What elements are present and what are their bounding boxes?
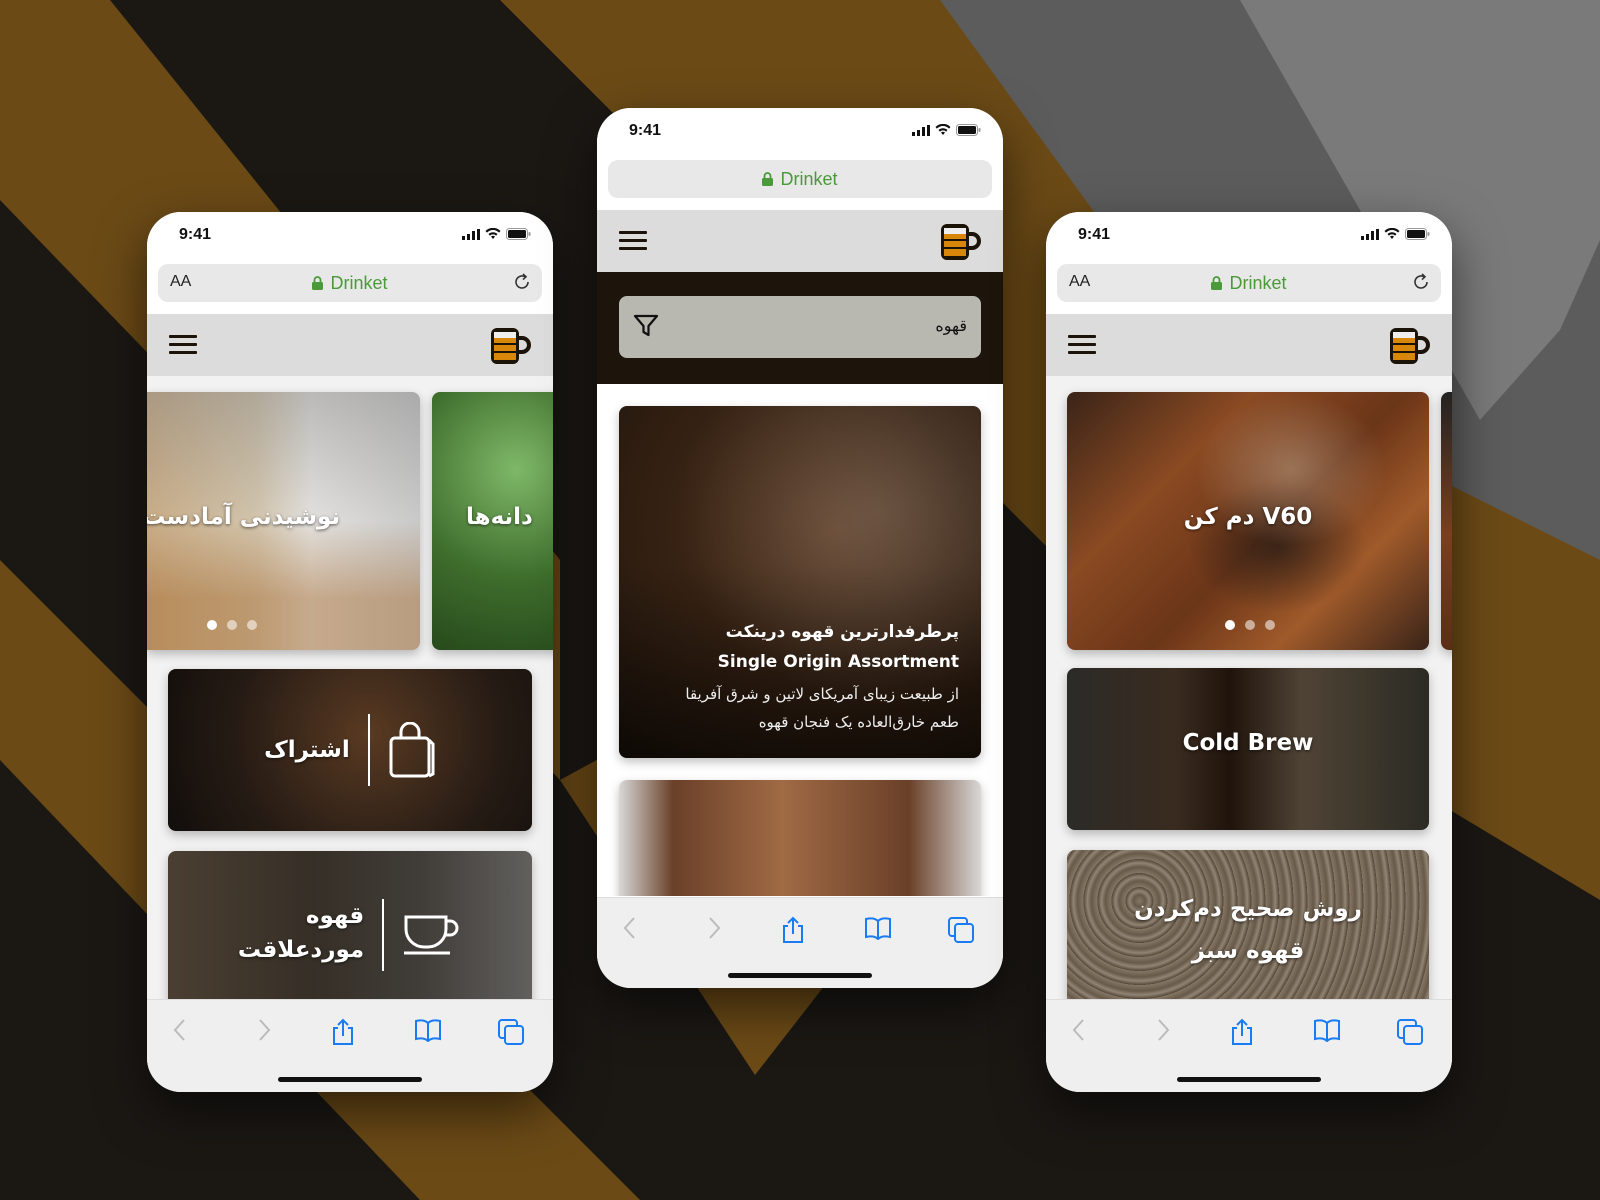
forward-icon[interactable] bbox=[257, 1018, 271, 1042]
tile-label-line1: قهوه bbox=[305, 903, 365, 929]
bookmarks-icon[interactable] bbox=[1313, 1018, 1341, 1042]
home-indicator bbox=[728, 973, 872, 978]
search-section: قهوه bbox=[597, 272, 1003, 384]
carousel-title: دانه‌ها bbox=[466, 504, 533, 530]
share-icon[interactable] bbox=[331, 1018, 355, 1046]
reload-icon[interactable] bbox=[1413, 273, 1431, 293]
app-header bbox=[147, 314, 553, 376]
share-icon[interactable] bbox=[1230, 1018, 1254, 1046]
site-name: Drinket bbox=[780, 168, 838, 189]
tile-label-line2: موردعلاقت bbox=[237, 937, 365, 963]
reload-icon[interactable] bbox=[514, 273, 532, 293]
phone-brewing: 9:41 AA Drinket V60 دم کن Cold Brew روش … bbox=[1046, 212, 1452, 1092]
featured-subtitle: Single Origin Assortment bbox=[717, 652, 959, 672]
tabs-icon[interactable] bbox=[1396, 1018, 1424, 1046]
lock-icon bbox=[312, 276, 324, 290]
tabs-icon[interactable] bbox=[497, 1018, 525, 1046]
forward-icon[interactable] bbox=[1156, 1018, 1170, 1042]
browser-toolbar bbox=[147, 999, 553, 1092]
home-indicator bbox=[1177, 1077, 1321, 1082]
search-input[interactable]: قهوه bbox=[619, 296, 981, 358]
battery-icon bbox=[506, 228, 531, 240]
tile-favorite-coffee[interactable]: قهوه موردعلاقت bbox=[168, 851, 532, 1000]
carousel-title: V60 دم کن bbox=[1183, 504, 1313, 530]
menu-icon[interactable] bbox=[169, 335, 197, 359]
app-header bbox=[597, 210, 1003, 272]
text-size-button[interactable]: AA bbox=[1069, 273, 1090, 291]
phone-home: 9:41 AA Drinket نوشیدنی آمادست دانه‌ها bbox=[147, 212, 553, 1092]
drinket-logo-icon[interactable] bbox=[939, 222, 981, 262]
address-bar[interactable]: AA Drinket bbox=[158, 264, 542, 302]
featured-desc-line2: طعم خارق‌العاده یک فنجان قهوه bbox=[758, 713, 959, 731]
lock-icon bbox=[1211, 276, 1223, 290]
site-name: Drinket bbox=[1229, 272, 1287, 293]
lock-icon bbox=[762, 172, 774, 186]
browser-toolbar bbox=[597, 897, 1003, 988]
filter-icon[interactable] bbox=[633, 314, 659, 338]
cold-brew-card[interactable]: Cold Brew bbox=[1067, 668, 1429, 830]
menu-icon[interactable] bbox=[1068, 335, 1096, 359]
back-icon[interactable] bbox=[1072, 1018, 1086, 1042]
featured-card[interactable]: پرطرفدارترین قهوه درینکت Single Origin A… bbox=[619, 406, 981, 758]
carousel-slide[interactable]: V60 دم کن bbox=[1067, 392, 1429, 650]
coffee-cup-icon bbox=[404, 915, 459, 955]
divider bbox=[382, 899, 385, 971]
signal-icon bbox=[1361, 228, 1379, 240]
status-bar: 9:41 bbox=[597, 108, 1003, 160]
status-bar: 9:41 bbox=[147, 212, 553, 264]
search-query: قهوه bbox=[935, 316, 967, 335]
battery-icon bbox=[956, 124, 981, 136]
card-title: روش صحیح دم‌کردن قهوه سبز bbox=[1067, 888, 1429, 972]
carousel-dots[interactable] bbox=[1225, 620, 1275, 630]
share-icon[interactable] bbox=[781, 916, 805, 944]
drinket-logo-icon[interactable] bbox=[1388, 326, 1430, 366]
card-title-line1: روش صحیح دم‌کردن bbox=[1134, 896, 1362, 922]
product-card[interactable] bbox=[619, 780, 981, 896]
tile-label: اشتراک bbox=[264, 737, 350, 763]
status-time: 9:41 bbox=[1078, 226, 1111, 243]
battery-icon bbox=[1405, 228, 1430, 240]
text-size-button[interactable]: AA bbox=[170, 273, 191, 291]
drinket-logo-icon[interactable] bbox=[489, 326, 531, 366]
address-bar[interactable]: AA Drinket bbox=[1057, 264, 1441, 302]
green-coffee-card[interactable]: روش صحیح دم‌کردن قهوه سبز bbox=[1067, 850, 1429, 1000]
address-bar[interactable]: Drinket bbox=[608, 160, 992, 198]
carousel-slide[interactable]: نوشیدنی آمادست bbox=[147, 392, 420, 650]
carousel-slide[interactable]: دانه‌ها bbox=[432, 392, 553, 650]
bookmarks-icon[interactable] bbox=[864, 916, 892, 940]
browser-toolbar bbox=[1046, 999, 1452, 1092]
forward-icon[interactable] bbox=[707, 916, 721, 940]
tabs-icon[interactable] bbox=[947, 916, 975, 944]
wifi-icon bbox=[485, 228, 501, 239]
wifi-icon bbox=[935, 124, 951, 135]
divider bbox=[367, 714, 370, 786]
wifi-icon bbox=[1384, 228, 1400, 239]
featured-title: پرطرفدارترین قهوه درینکت bbox=[725, 622, 959, 642]
back-icon[interactable] bbox=[173, 1018, 187, 1042]
status-bar: 9:41 bbox=[1046, 212, 1452, 264]
tile-subscription[interactable]: اشتراک bbox=[168, 669, 532, 831]
bookmarks-icon[interactable] bbox=[414, 1018, 442, 1042]
site-name: Drinket bbox=[330, 272, 388, 293]
tile-label: قهوه موردعلاقت bbox=[238, 899, 364, 967]
status-time: 9:41 bbox=[179, 226, 212, 243]
shopping-bag-icon bbox=[389, 722, 435, 778]
card-title-line2: قهوه سبز bbox=[1191, 938, 1305, 964]
back-icon[interactable] bbox=[623, 916, 637, 940]
menu-icon[interactable] bbox=[619, 231, 647, 255]
carousel-dots[interactable] bbox=[207, 620, 257, 630]
carousel-slide-peek[interactable] bbox=[1441, 392, 1452, 650]
carousel-title: نوشیدنی آمادست bbox=[147, 504, 340, 530]
home-indicator bbox=[278, 1077, 422, 1082]
app-header bbox=[1046, 314, 1452, 376]
card-title: Cold Brew bbox=[1182, 730, 1314, 756]
signal-icon bbox=[912, 124, 930, 136]
featured-desc-line1: از طبیعت زیبای آمریکای لاتین و شرق آفریق… bbox=[685, 685, 959, 703]
phone-search: 9:41 Drinket قهوه پرطرفدارترین قهوه درین… bbox=[597, 108, 1003, 988]
signal-icon bbox=[462, 228, 480, 240]
status-time: 9:41 bbox=[629, 122, 662, 139]
